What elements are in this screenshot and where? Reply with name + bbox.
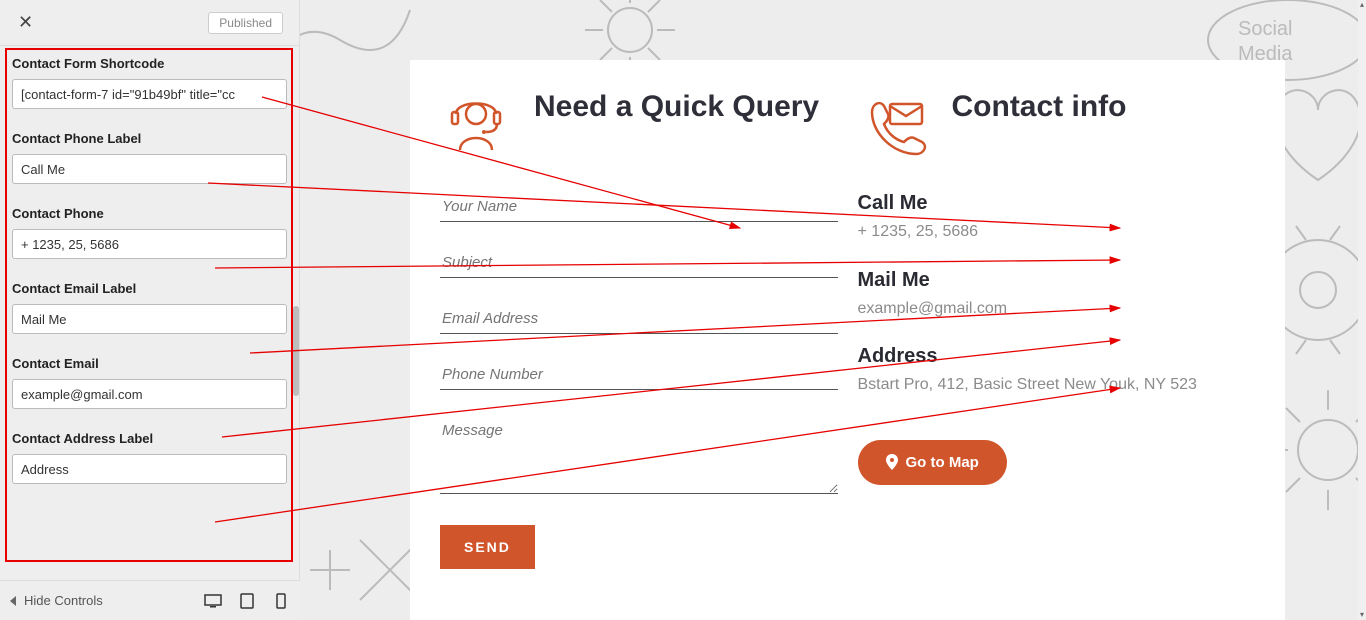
form-name-input[interactable]	[440, 192, 838, 222]
field-label: Contact Email	[12, 356, 287, 371]
contact-info-column: Contact info Call Me + 1235, 25, 5686 Ma…	[858, 90, 1256, 569]
mobile-icon[interactable]	[272, 594, 290, 608]
hide-controls-button[interactable]: Hide Controls	[10, 593, 103, 608]
form-subject-input[interactable]	[440, 248, 838, 278]
content-card: Need a Quick Query SEND	[410, 60, 1285, 620]
field-label: Contact Address Label	[12, 431, 287, 446]
query-column: Need a Quick Query SEND	[440, 90, 838, 569]
info-address-value: Bstart Pro, 412, Basic Street New Youk, …	[858, 372, 1256, 398]
info-phone-value: + 1235, 25, 5686	[858, 219, 1256, 245]
svg-text:Social: Social	[1238, 18, 1292, 40]
headset-person-icon	[440, 90, 512, 162]
field-contact-email-label: Contact Email Label	[12, 281, 287, 334]
field-label: Contact Phone Label	[12, 131, 287, 146]
input-contact-email-label[interactable]	[12, 304, 287, 334]
input-contact-phone-label[interactable]	[12, 154, 287, 184]
field-contact-address-label: Contact Address Label	[12, 431, 287, 484]
phone-mail-icon	[858, 90, 930, 162]
info-email-value: example@gmail.com	[858, 296, 1256, 322]
info-address: Address Bstart Pro, 412, Basic Street Ne…	[858, 345, 1256, 398]
query-heading: Need a Quick Query	[534, 90, 819, 125]
contact-heading: Contact info	[952, 90, 1127, 125]
form-email-input[interactable]	[440, 304, 838, 334]
info-email-label: Mail Me	[858, 269, 1256, 292]
tablet-icon[interactable]	[238, 594, 256, 608]
device-preview-toggles	[204, 594, 290, 608]
info-phone-label: Call Me	[858, 192, 1256, 215]
map-button-label: Go to Map	[906, 454, 979, 471]
field-label: Contact Form Shortcode	[12, 56, 287, 71]
scroll-up-icon[interactable]: ▴	[1358, 0, 1366, 10]
customizer-fields: Contact Form Shortcode Contact Phone Lab…	[0, 46, 299, 574]
form-phone-input[interactable]	[440, 360, 838, 390]
input-contact-address-label[interactable]	[12, 454, 287, 484]
customizer-footer: Hide Controls	[0, 580, 300, 620]
form-message-input[interactable]	[440, 416, 838, 494]
field-contact-email: Contact Email	[12, 356, 287, 409]
customizer-header: ✕ Published	[0, 0, 299, 46]
info-phone: Call Me + 1235, 25, 5686	[858, 192, 1256, 245]
field-label: Contact Email Label	[12, 281, 287, 296]
published-badge[interactable]: Published	[208, 12, 283, 34]
preview-area: SocialMedia	[300, 0, 1358, 620]
hide-controls-label: Hide Controls	[24, 593, 103, 608]
go-to-map-button[interactable]: Go to Map	[858, 440, 1007, 485]
input-contact-phone[interactable]	[12, 229, 287, 259]
scroll-down-icon[interactable]: ▾	[1358, 610, 1366, 620]
field-label: Contact Phone	[12, 206, 287, 221]
info-address-label: Address	[858, 345, 1256, 368]
field-contact-phone: Contact Phone	[12, 206, 287, 259]
input-contact-form-shortcode[interactable]	[12, 79, 287, 109]
input-contact-email[interactable]	[12, 379, 287, 409]
window-scrollbar[interactable]: ▴ ▾	[1358, 0, 1366, 620]
field-contact-form-shortcode: Contact Form Shortcode	[12, 56, 287, 109]
send-button[interactable]: SEND	[440, 525, 535, 569]
desktop-icon[interactable]	[204, 594, 222, 608]
close-icon[interactable]: ✕	[10, 8, 41, 37]
panel-scrollbar[interactable]	[291, 46, 299, 574]
field-contact-phone-label: Contact Phone Label	[12, 131, 287, 184]
info-email: Mail Me example@gmail.com	[858, 269, 1256, 322]
customizer-panel: ✕ Published Contact Form Shortcode Conta…	[0, 0, 300, 620]
chevron-left-icon	[10, 596, 16, 606]
pin-icon	[886, 454, 898, 470]
